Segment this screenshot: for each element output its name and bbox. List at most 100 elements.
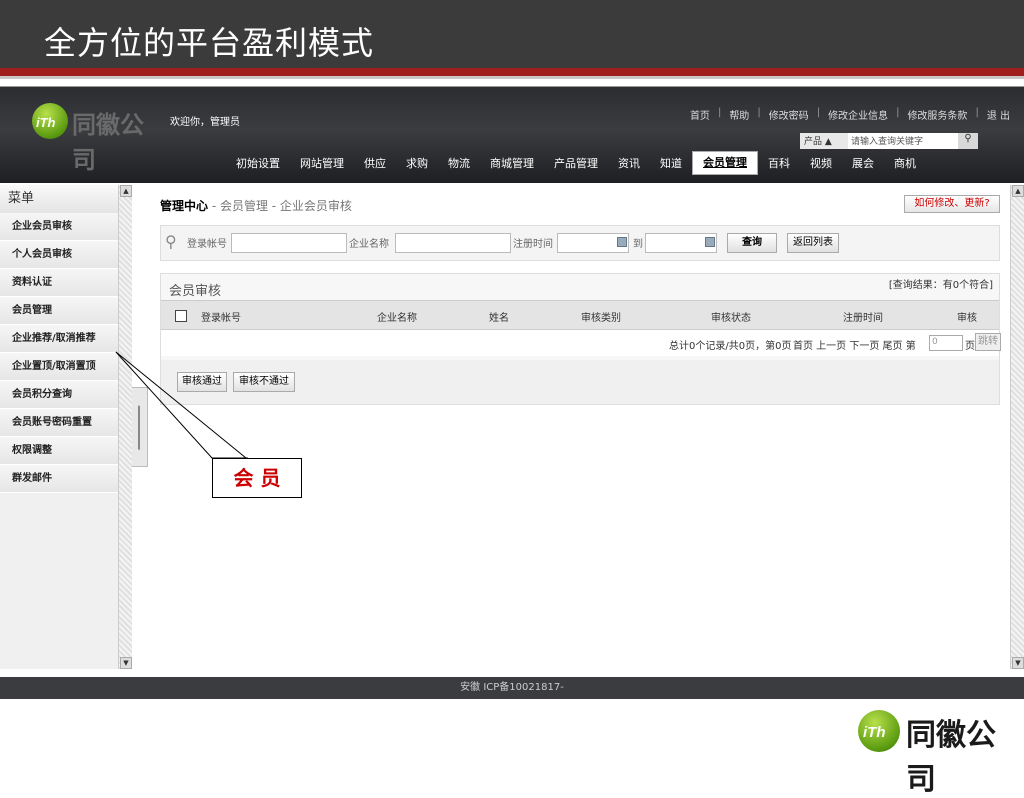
main-content: 管理中心 - 会员管理 - 企业会员审核 如何修改、更新? ⚲ 登录帐号 企业名… xyxy=(152,185,1010,669)
search-input[interactable]: 请输入查询关键字 xyxy=(848,133,958,149)
breadcrumb: 管理中心 - 会员管理 - 企业会员审核 xyxy=(160,197,352,214)
slide-title: 全方位的平台盈利模式 xyxy=(44,24,375,62)
separator: | xyxy=(757,107,761,118)
logo-mark: iTh xyxy=(36,115,56,130)
action-bar: 审核通过 审核不通过 xyxy=(161,360,999,404)
col-company: 企业名称 xyxy=(377,313,417,324)
logo-name: 同徽公司 xyxy=(72,110,144,174)
query-button[interactable]: 查询 xyxy=(727,233,777,253)
site-logo[interactable]: iTh 同徽公司 xyxy=(32,101,162,174)
scroll-up-icon[interactable]: ▲ xyxy=(1012,185,1024,197)
scroll-down-icon[interactable]: ▼ xyxy=(1012,657,1024,669)
jump-button[interactable]: 跳转 xyxy=(975,333,1001,351)
corner-logo-name: 同徽公司 xyxy=(906,718,996,797)
approve-button[interactable]: 审核通过 xyxy=(177,372,227,392)
corner-logo: iTh 同徽公司 xyxy=(858,702,1022,797)
page-suffix: 页 xyxy=(965,341,975,352)
company-input[interactable] xyxy=(395,233,511,253)
col-review-status: 审核状态 xyxy=(711,313,751,324)
link-change-password[interactable]: 修改密码 xyxy=(769,107,809,122)
review-grid: 会员审核 [查询结果：有0个符合] 登录帐号 企业名称 姓名 审核类别 审核状态… xyxy=(160,273,1001,405)
nav-knowledge[interactable]: 知道 xyxy=(650,153,692,175)
welcome-text: 欢迎你，管理员 xyxy=(170,117,240,128)
nav-mall-management[interactable]: 商城管理 xyxy=(480,153,544,175)
col-review: 审核 xyxy=(957,313,977,324)
login-input[interactable] xyxy=(231,233,347,253)
sidebar-item-company-review[interactable]: 企业会员审核 xyxy=(0,213,131,241)
footer: 安徽 ICP备10021817- xyxy=(0,677,1024,699)
corner-logo-mark: iTh xyxy=(863,724,886,741)
separator: | xyxy=(717,107,722,118)
filter-bar: ⚲ 登录帐号 企业名称 注册时间 到 查询 返回列表 xyxy=(160,225,1000,261)
header-search: 产品 ▲ 请输入查询关键字 ⚲ xyxy=(800,133,980,149)
select-all-checkbox[interactable] xyxy=(175,310,187,322)
sidebar-item-password-reset[interactable]: 会员账号密码重置 xyxy=(0,409,131,437)
sidebar-item-pin[interactable]: 企业置顶/取消置顶 xyxy=(0,353,131,381)
breadcrumb-root[interactable]: 管理中心 xyxy=(160,199,208,213)
separator: | xyxy=(975,107,979,118)
sidebar-scrollbar[interactable]: ▲ ▼ xyxy=(118,185,132,669)
col-reg-time: 注册时间 xyxy=(843,313,883,324)
sidebar: 菜单 企业会员审核 个人会员审核 资料认证 会员管理 企业推荐/取消推荐 企业置… xyxy=(0,185,132,669)
grid-header: 登录帐号 企业名称 姓名 审核类别 审核状态 注册时间 审核 xyxy=(161,300,999,330)
separator: | xyxy=(816,107,821,118)
nav-encyclopedia[interactable]: 百科 xyxy=(758,153,800,175)
nav-business[interactable]: 商机 xyxy=(884,153,926,175)
nav-news[interactable]: 资讯 xyxy=(608,153,650,175)
main-nav: 初始设置 网站管理 供应 求购 物流 商城管理 产品管理 资讯 知道 会员管理 … xyxy=(226,151,926,175)
search-icon[interactable]: ⚲ xyxy=(958,133,978,149)
scroll-down-icon[interactable]: ▼ xyxy=(120,657,132,669)
reject-button[interactable]: 审核不通过 xyxy=(233,372,295,392)
sidebar-collapse-handle[interactable] xyxy=(132,387,148,467)
link-edit-company[interactable]: 修改企业信息 xyxy=(828,107,888,122)
nav-purchase[interactable]: 求购 xyxy=(396,153,438,175)
slide-divider xyxy=(0,76,1024,79)
nav-video[interactable]: 视频 xyxy=(800,153,842,175)
nav-exhibition[interactable]: 展会 xyxy=(842,153,884,175)
pager-links[interactable]: 首页 上一页 下一页 尾页 第 xyxy=(793,337,916,352)
sidebar-item-certification[interactable]: 资料认证 xyxy=(0,269,131,297)
grid-title: 会员审核 xyxy=(169,284,222,299)
content-scrollbar[interactable]: ▲ ▼ xyxy=(1010,185,1024,669)
login-label: 登录帐号 xyxy=(187,239,227,250)
search-category-select[interactable]: 产品 ▲ xyxy=(800,133,848,149)
scroll-up-icon[interactable]: ▲ xyxy=(120,185,132,197)
nav-supply[interactable]: 供应 xyxy=(354,153,396,175)
nav-logistics[interactable]: 物流 xyxy=(438,153,480,175)
topbar: iTh 同徽公司 欢迎你，管理员 首页 | 帮助 | 修改密码 | 修改企业信息 | 修… xyxy=(0,87,1024,183)
col-name: 姓名 xyxy=(489,313,509,324)
sidebar-item-personal-review[interactable]: 个人会员审核 xyxy=(0,241,131,269)
callout-label: 会 员 xyxy=(212,458,302,498)
breadcrumb-path: - 会员管理 - 企业会员审核 xyxy=(208,199,352,213)
sidebar-item-mass-mail[interactable]: 群发邮件 xyxy=(0,465,131,493)
pager-summary: 总计0个记录/共0页，第0页 xyxy=(669,341,792,352)
col-login: 登录帐号 xyxy=(201,313,241,324)
to-label: 到 xyxy=(633,239,643,250)
sidebar-item-permissions[interactable]: 权限调整 xyxy=(0,437,131,465)
calendar-icon[interactable] xyxy=(617,237,627,247)
calendar-icon[interactable] xyxy=(705,237,715,247)
nav-product-management[interactable]: 产品管理 xyxy=(544,153,608,175)
nav-site-management[interactable]: 网站管理 xyxy=(290,153,354,175)
page-number-input[interactable]: 0 xyxy=(929,335,963,351)
back-to-list-button[interactable]: 返回列表 xyxy=(787,233,839,253)
magnifier-icon: ⚲ xyxy=(165,232,177,251)
sidebar-item-points[interactable]: 会员积分查询 xyxy=(0,381,131,409)
sidebar-title: 菜单 xyxy=(0,185,131,213)
sidebar-item-member-management[interactable]: 会员管理 xyxy=(0,297,131,325)
link-edit-terms[interactable]: 修改服务条款 xyxy=(907,107,967,122)
nav-member-management[interactable]: 会员管理 xyxy=(692,151,758,175)
company-label: 企业名称 xyxy=(349,239,389,250)
app-window: iTh 同徽公司 欢迎你，管理员 首页 | 帮助 | 修改密码 | 修改企业信息 | 修… xyxy=(0,86,1024,699)
slide-header: 全方位的平台盈利模式 xyxy=(0,0,1024,68)
grid-result-count: [查询结果：有0个符合] xyxy=(888,280,993,291)
slide-accent-bar xyxy=(0,68,1024,76)
top-links: 首页 | 帮助 | 修改密码 | 修改企业信息 | 修改服务条款 | 退 出 xyxy=(690,107,1010,122)
nav-initial-settings[interactable]: 初始设置 xyxy=(226,153,290,175)
link-help[interactable]: 帮助 xyxy=(729,107,749,122)
link-home[interactable]: 首页 xyxy=(690,107,710,122)
help-button[interactable]: 如何修改、更新? xyxy=(904,195,1000,213)
link-logout[interactable]: 退 出 xyxy=(987,107,1010,122)
sidebar-item-recommend[interactable]: 企业推荐/取消推荐 xyxy=(0,325,131,353)
pager: 总计0个记录/共0页，第0页 首页 上一页 下一页 尾页 第 0 页 跳转 xyxy=(161,330,1001,356)
